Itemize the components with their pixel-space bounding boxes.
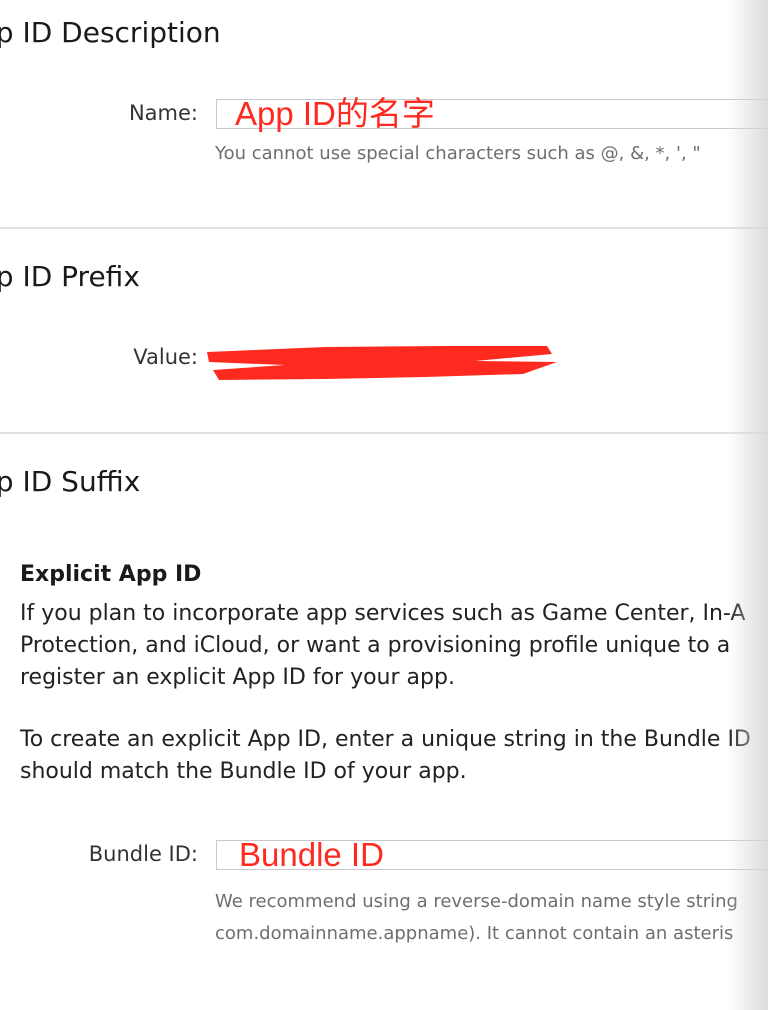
explicit-description-line-3: register an explicit App ID for your app… — [20, 665, 455, 690]
bundle-instruction-line-2: should match the Bundle ID of your app. — [20, 759, 467, 784]
value-field-label: Value: — [133, 345, 198, 369]
bundle-id-input[interactable]: Bundle ID — [216, 836, 768, 873]
name-hint-text: You cannot use special characters such a… — [215, 143, 701, 164]
name-field-label: Name: — [128, 101, 198, 125]
redaction-mark — [207, 346, 557, 380]
prefix-section-heading: pp ID Prefix — [0, 260, 140, 293]
bundle-id-hint-line-1: We recommend using a reverse-domain name… — [215, 891, 738, 912]
description-section-heading: pp ID Description — [0, 16, 221, 49]
bundle-id-input-value: Bundle ID — [239, 836, 384, 873]
explicit-description-line-1: If you plan to incorporate app services … — [20, 601, 746, 626]
bundle-id-field-label: Bundle ID: — [88, 842, 198, 866]
section-divider — [0, 432, 768, 434]
explicit-app-id-heading: Explicit App ID — [20, 562, 202, 587]
suffix-section-heading: pp ID Suffix — [0, 465, 141, 498]
app-id-form-page: pp ID Description Name: App ID的名字 You ca… — [0, 0, 768, 1010]
bundle-id-hint-line-2: com.domainname.appname). It cannot conta… — [215, 923, 734, 944]
name-input-value: App ID的名字 — [235, 95, 435, 132]
bundle-instruction-line-1: To create an explicit App ID, enter a un… — [20, 727, 751, 752]
name-input[interactable]: App ID的名字 — [216, 95, 768, 132]
section-divider — [0, 227, 768, 229]
explicit-description-line-2: Protection, and iCloud, or want a provis… — [20, 633, 731, 658]
